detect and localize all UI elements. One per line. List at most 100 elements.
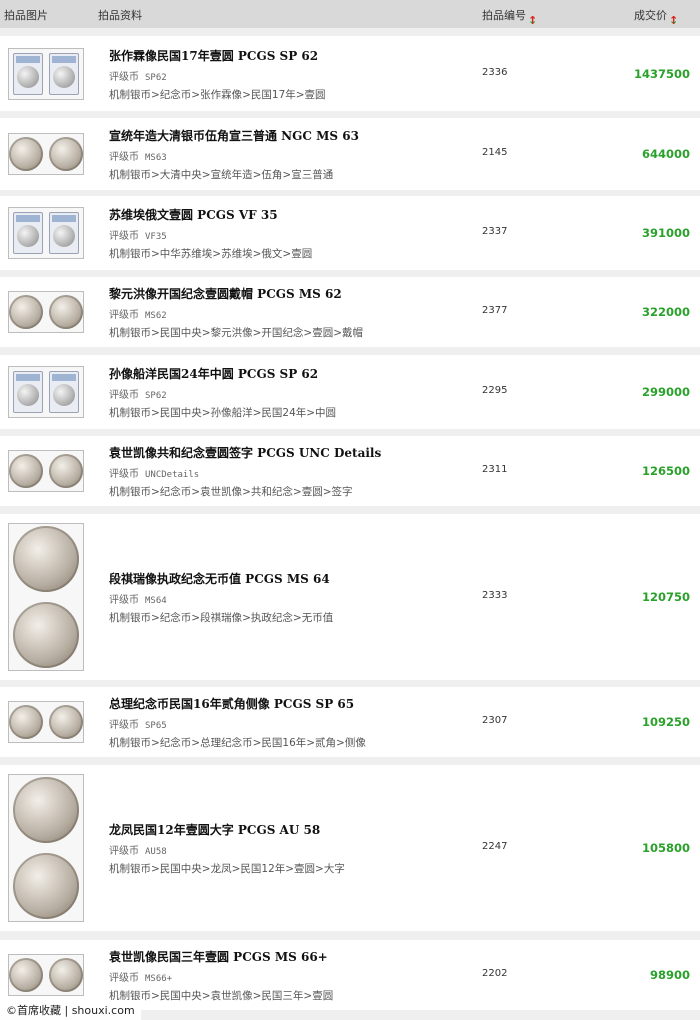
lot-thumbnail[interactable] — [8, 523, 84, 671]
hammer-price: 120750 — [641, 590, 690, 604]
grade-value: MS66+ — [145, 974, 173, 984]
table-row[interactable]: 苏维埃俄文壹圆 PCGS VF 35 评级币 VF35 机制银币>中华苏维埃>苏维埃>… — [0, 196, 700, 270]
lot-grade: 评级币 MS66+ — [109, 969, 333, 984]
grade-label: 评级币 — [109, 231, 139, 242]
grade-label: 评级币 — [109, 310, 139, 321]
grade-value: SP62 — [145, 391, 167, 401]
grade-value: UNCDetails — [145, 470, 200, 480]
lot-info: 总理纪念币民国16年贰角侧像 PCGS SP 65 评级币 SP65 机制银币>纪念币… — [109, 695, 366, 750]
lot-title[interactable]: 孙像船洋民国24年中圆 PCGS SP 62 — [109, 365, 336, 382]
lot-grade: 评级币 AU58 — [109, 842, 345, 857]
lot-title[interactable]: 苏维埃俄文壹圆 PCGS VF 35 — [109, 206, 312, 223]
grade-value: MS63 — [145, 153, 167, 163]
lot-category: 机制银币>中华苏维埃>苏维埃>俄文>壹圆 — [109, 248, 313, 260]
lot-title[interactable]: 袁世凯像共和纪念壹圆签字 PCGS UNC Details — [109, 444, 381, 461]
lot-title[interactable]: 宣统年造大清银币伍角宣三普通 NGC MS 63 — [109, 127, 359, 144]
lot-info: 苏维埃俄文壹圆 PCGS VF 35 评级币 VF35 机制银币>中华苏维埃>苏维埃>… — [109, 206, 312, 261]
column-header-image: 拍品图片 — [4, 9, 48, 22]
grade-label: 评级币 — [109, 469, 139, 480]
coin-icon — [49, 705, 83, 739]
lot-info: 段祺瑞像执政纪念无币值 PCGS MS 64 评级币 MS64 机制银币>纪念币>段祺… — [109, 570, 333, 625]
hammer-price: 322000 — [641, 305, 690, 319]
coin-icon — [13, 777, 79, 843]
lot-title[interactable]: 总理纪念币民国16年贰角侧像 PCGS SP 65 — [109, 695, 366, 712]
coin-icon — [13, 853, 79, 919]
lot-info: 袁世凯像民国三年壹圆 PCGS MS 66+ 评级币 MS66+ 机制银币>民国中央>… — [109, 948, 333, 1003]
table-row[interactable]: 孙像船洋民国24年中圆 PCGS SP 62 评级币 SP62 机制银币>民国中央>孙… — [0, 355, 700, 429]
lot-thumbnail[interactable] — [8, 450, 84, 492]
graded-slab-icon — [13, 371, 43, 413]
lot-thumbnail[interactable] — [8, 133, 84, 175]
lot-title[interactable]: 袁世凯像民国三年壹圆 PCGS MS 66+ — [109, 948, 333, 965]
coin-icon — [9, 958, 43, 992]
lot-title[interactable]: 张作霖像民国17年壹圆 PCGS SP 62 — [109, 47, 326, 64]
lot-title[interactable]: 龙凤民国12年壹圆大字 PCGS AU 58 — [109, 821, 345, 838]
table-row[interactable]: 袁世凯像共和纪念壹圆签字 PCGS UNC Details 评级币 UNCDetai… — [0, 436, 700, 506]
table-row[interactable]: 黎元洪像开国纪念壹圆戴帽 PCGS MS 62 评级币 MS62 机制银币>民国中央>… — [0, 277, 700, 347]
table-header: 拍品图片 拍品资料 拍品编号 ↓ ↑ 成交价 ↓ ↑ — [0, 0, 700, 28]
lot-title[interactable]: 段祺瑞像执政纪念无币值 PCGS MS 64 — [109, 570, 333, 587]
lot-thumbnail[interactable] — [8, 774, 84, 922]
lot-number: 2247 — [482, 841, 508, 852]
grade-label: 评级币 — [109, 595, 139, 606]
table-row[interactable]: 总理纪念币民国16年贰角侧像 PCGS SP 65 评级币 SP65 机制银币>纪念币… — [0, 687, 700, 757]
coin-icon — [9, 137, 43, 171]
table-row[interactable]: 龙凤民国12年壹圆大字 PCGS AU 58 评级币 AU58 机制银币>民国中央>龙… — [0, 765, 700, 931]
grade-value: SP62 — [145, 73, 167, 83]
lot-number: 2295 — [482, 385, 508, 396]
lot-grade: 评级币 MS63 — [109, 148, 359, 163]
lot-grade: 评级币 SP62 — [109, 68, 326, 83]
lot-info: 孙像船洋民国24年中圆 PCGS SP 62 评级币 SP62 机制银币>民国中央>孙… — [109, 365, 336, 420]
hammer-price: 105800 — [641, 841, 690, 855]
lot-category: 机制银币>民国中央>袁世凯像>民国三年>壹圆 — [109, 990, 334, 1002]
coin-icon — [9, 454, 43, 488]
lot-info: 龙凤民国12年壹圆大字 PCGS AU 58 评级币 AU58 机制银币>民国中央>龙… — [109, 821, 345, 876]
coin-icon — [13, 526, 79, 592]
lot-grade: 评级币 UNCDetails — [109, 465, 381, 480]
grade-value: SP65 — [145, 721, 167, 731]
lot-thumbnail[interactable] — [8, 701, 84, 743]
lot-thumbnail[interactable] — [8, 48, 84, 100]
lot-category: 机制银币>民国中央>孙像船洋>民国24年>中圆 — [109, 407, 337, 419]
lot-number: 2336 — [482, 67, 508, 78]
grade-label: 评级币 — [109, 846, 139, 857]
column-header-lot[interactable]: 拍品编号 ↓ ↑ — [482, 7, 537, 27]
hammer-price: 1437500 — [633, 67, 690, 81]
hammer-price: 126500 — [641, 464, 690, 478]
lot-info: 袁世凯像共和纪念壹圆签字 PCGS UNC Details 评级币 UNCDetai… — [109, 444, 381, 499]
coin-icon — [13, 602, 79, 668]
lot-grade: 评级币 SP62 — [109, 386, 336, 401]
lot-number: 2202 — [482, 968, 508, 979]
hammer-price: 391000 — [641, 226, 690, 240]
grade-label: 评级币 — [109, 72, 139, 83]
lot-thumbnail[interactable] — [8, 291, 84, 333]
lot-category: 机制银币>纪念币>袁世凯像>共和纪念>壹圆>签字 — [109, 486, 353, 498]
lot-thumbnail[interactable] — [8, 207, 84, 259]
lot-number: 2333 — [482, 590, 508, 601]
column-header-price-label: 成交价 — [634, 9, 667, 22]
table-row[interactable]: 宣统年造大清银币伍角宣三普通 NGC MS 63 评级币 MS63 机制银币>大清中央… — [0, 118, 700, 190]
coin-icon — [49, 454, 83, 488]
grade-value: VF35 — [145, 232, 167, 242]
lot-category: 机制银币>大清中央>宣统年造>伍角>宣三普通 — [109, 169, 334, 181]
column-header-price[interactable]: 成交价 ↓ ↑ — [634, 7, 678, 27]
lot-grade: 评级币 MS64 — [109, 591, 333, 606]
coin-icon — [9, 705, 43, 739]
grade-label: 评级币 — [109, 390, 139, 401]
grade-label: 评级币 — [109, 720, 139, 731]
column-header-lot-label: 拍品编号 — [482, 9, 526, 22]
coin-icon — [49, 295, 83, 329]
hammer-price: 299000 — [641, 385, 690, 399]
hammer-price: 98900 — [649, 968, 690, 982]
lot-number: 2145 — [482, 147, 508, 158]
graded-slab-icon — [13, 53, 43, 95]
lot-title[interactable]: 黎元洪像开国纪念壹圆戴帽 PCGS MS 62 — [109, 285, 363, 302]
lot-category: 机制银币>纪念币>张作霖像>民国17年>壹圆 — [109, 89, 326, 101]
lot-thumbnail[interactable] — [8, 366, 84, 418]
table-row[interactable]: 段祺瑞像执政纪念无币值 PCGS MS 64 评级币 MS64 机制银币>纪念币>段祺… — [0, 514, 700, 680]
grade-value: MS62 — [145, 311, 167, 321]
table-row[interactable]: 张作霖像民国17年壹圆 PCGS SP 62 评级币 SP62 机制银币>纪念币>张作… — [0, 36, 700, 111]
grade-label: 评级币 — [109, 973, 139, 984]
lot-thumbnail[interactable] — [8, 954, 84, 996]
lot-category: 机制银币>纪念币>总理纪念币>民国16年>贰角>侧像 — [109, 737, 366, 749]
